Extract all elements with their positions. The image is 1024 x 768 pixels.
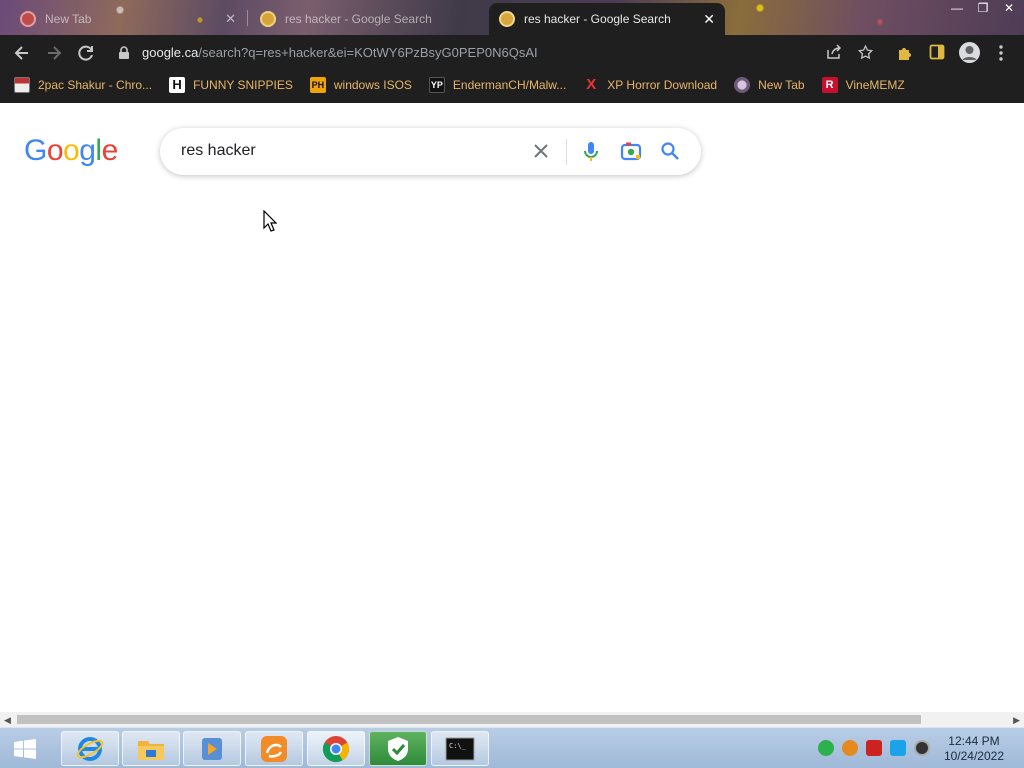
minimize-icon[interactable]: — <box>948 1 966 15</box>
url-text: google.ca/search?q=res+hacker&ei=KOtWY6P… <box>142 45 538 60</box>
search-box[interactable]: res hacker <box>160 128 701 175</box>
clock-date: 10/24/2022 <box>943 749 1004 763</box>
tray-flag-icon[interactable] <box>866 740 882 756</box>
svg-text:C:\_: C:\_ <box>449 742 467 750</box>
voice-search-icon[interactable] <box>582 140 600 164</box>
tray-search-icon[interactable] <box>842 740 858 756</box>
command-prompt-icon: C:\_ <box>445 737 475 760</box>
window-controls: — ❐ ✕ <box>948 1 1018 15</box>
windows-taskbar: C:\_ 12:44 PM 10/24/2022 <box>0 727 1024 768</box>
tab-favicon-icon <box>20 11 36 27</box>
tab-close-icon[interactable]: ✕ <box>225 11 236 27</box>
bookmark-2pac[interactable]: 2pac Shakur - Chro... <box>14 76 153 93</box>
lock-icon <box>119 46 129 59</box>
tab-title: New Tab <box>45 12 92 26</box>
tray-volume-icon[interactable] <box>914 740 930 756</box>
taskbar-command-prompt[interactable]: C:\_ <box>431 731 489 766</box>
more-menu-icon[interactable] <box>996 44 1006 62</box>
url-host: google.ca <box>142 45 199 60</box>
bookmark-favicon-icon: PH <box>309 76 326 93</box>
bookmarks-bar: 2pac Shakur - Chro... H FUNNY SNIPPIES P… <box>0 70 1024 99</box>
bookmark-xp-horror[interactable]: X XP Horror Download <box>583 76 718 93</box>
tray-security-icon[interactable] <box>818 740 834 756</box>
clear-search-icon[interactable] <box>532 142 550 160</box>
tab-title: res hacker - Google Search <box>524 12 671 26</box>
address-bar[interactable]: google.ca/search?q=res+hacker&ei=KOtWY6P… <box>108 38 886 67</box>
media-player-icon <box>202 737 222 760</box>
scroll-left-arrow-icon[interactable]: ◀ <box>4 715 11 726</box>
folder-icon <box>138 740 164 760</box>
shield-check-icon <box>388 736 408 761</box>
bookmark-new-tab[interactable]: New Tab <box>734 76 805 93</box>
logo-letter: G <box>24 134 47 167</box>
forward-arrow-icon[interactable] <box>43 42 65 64</box>
bookmark-vinememz[interactable]: R VineMEMZ <box>821 76 905 93</box>
taskbar-internet-explorer[interactable] <box>61 731 119 766</box>
tab-favicon-icon <box>260 11 276 27</box>
system-tray <box>818 740 930 756</box>
logo-letter: o <box>63 134 80 167</box>
close-window-icon[interactable]: ✕ <box>1000 1 1018 15</box>
bookmark-funny-snippies[interactable]: H FUNNY SNIPPIES <box>169 76 293 93</box>
horizontal-scrollbar[interactable]: ◀ ▶ <box>0 712 1024 727</box>
share-icon[interactable] <box>826 44 842 60</box>
search-icon[interactable] <box>660 141 680 161</box>
bookmark-favicon-icon: YP <box>428 76 445 93</box>
side-panel-icon[interactable] <box>929 44 945 60</box>
tab-separator <box>247 10 248 26</box>
taskbar-file-explorer[interactable] <box>122 731 180 766</box>
tab-strip: New Tab ✕ res hacker - Google Search res… <box>0 0 1024 35</box>
tab-search-results[interactable]: res hacker - Google Search <box>250 3 486 35</box>
google-search-page: Google res hacker <box>0 103 1024 712</box>
tab-new-tab[interactable]: New Tab ✕ <box>10 3 246 35</box>
extensions-puzzle-icon[interactable] <box>896 44 914 62</box>
bookmark-label: 2pac Shakur - Chro... <box>38 77 153 92</box>
bookmark-label: New Tab <box>758 77 805 92</box>
back-arrow-icon[interactable] <box>11 42 33 64</box>
mouse-cursor-icon <box>263 210 277 232</box>
bookmark-label: windows ISOS <box>333 77 412 92</box>
tab-title: res hacker - Google Search <box>285 12 432 26</box>
bookmark-favicon-icon: X <box>586 76 597 93</box>
start-windows-icon[interactable] <box>14 739 36 759</box>
tab-search-results-active[interactable]: res hacker - Google Search ✕ <box>489 3 725 35</box>
bookmark-windows-isos[interactable]: PH windows ISOS <box>309 76 412 93</box>
uc-browser-icon <box>261 735 287 762</box>
scroll-right-arrow-icon[interactable]: ▶ <box>1013 715 1020 726</box>
bookmark-star-icon[interactable] <box>857 44 874 61</box>
bookmark-favicon-icon <box>734 76 751 93</box>
camera-lens-icon[interactable] <box>620 141 642 161</box>
restore-icon[interactable]: ❐ <box>974 1 992 15</box>
taskbar-clock[interactable]: 12:44 PM 10/24/2022 <box>944 734 1004 764</box>
logo-letter: o <box>46 134 64 167</box>
bookmark-favicon-icon: H <box>169 76 186 93</box>
taskbar-uc-browser[interactable] <box>245 731 303 766</box>
reload-icon[interactable] <box>75 42 97 64</box>
bookmark-favicon-icon <box>14 76 30 93</box>
bookmark-endermanch[interactable]: YP EndermanCH/Malw... <box>428 76 567 93</box>
bookmark-favicon-icon: R <box>821 76 838 93</box>
tab-favicon-icon <box>499 11 515 27</box>
google-logo[interactable]: Google <box>24 134 118 168</box>
logo-letter: e <box>101 134 119 167</box>
search-input[interactable]: res hacker <box>181 142 256 160</box>
chrome-icon <box>322 735 350 762</box>
logo-letter: g <box>79 134 96 167</box>
taskbar-media-player[interactable] <box>183 731 241 766</box>
taskbar-security-app[interactable] <box>369 731 427 766</box>
url-path: /search?q=res+hacker&ei=KOtWY6PzBsyG0PEP… <box>198 45 538 60</box>
internet-explorer-icon <box>76 736 104 761</box>
browser-toolbar: google.ca/search?q=res+hacker&ei=KOtWY6P… <box>0 35 1024 70</box>
tray-monitor-icon[interactable] <box>890 740 906 756</box>
taskbar-chrome[interactable] <box>307 731 365 766</box>
bookmark-label: EndermanCH/Malw... <box>452 77 567 92</box>
bookmark-label: VineMEMZ <box>845 77 905 92</box>
search-box-divider <box>566 139 567 165</box>
scrollbar-thumb[interactable] <box>17 715 921 724</box>
bookmark-label: XP Horror Download <box>607 77 718 92</box>
clock-time: 12:44 PM <box>948 734 1000 748</box>
profile-avatar-icon[interactable] <box>959 42 980 63</box>
tab-close-icon[interactable]: ✕ <box>703 11 715 28</box>
bookmark-label: FUNNY SNIPPIES <box>193 77 293 92</box>
